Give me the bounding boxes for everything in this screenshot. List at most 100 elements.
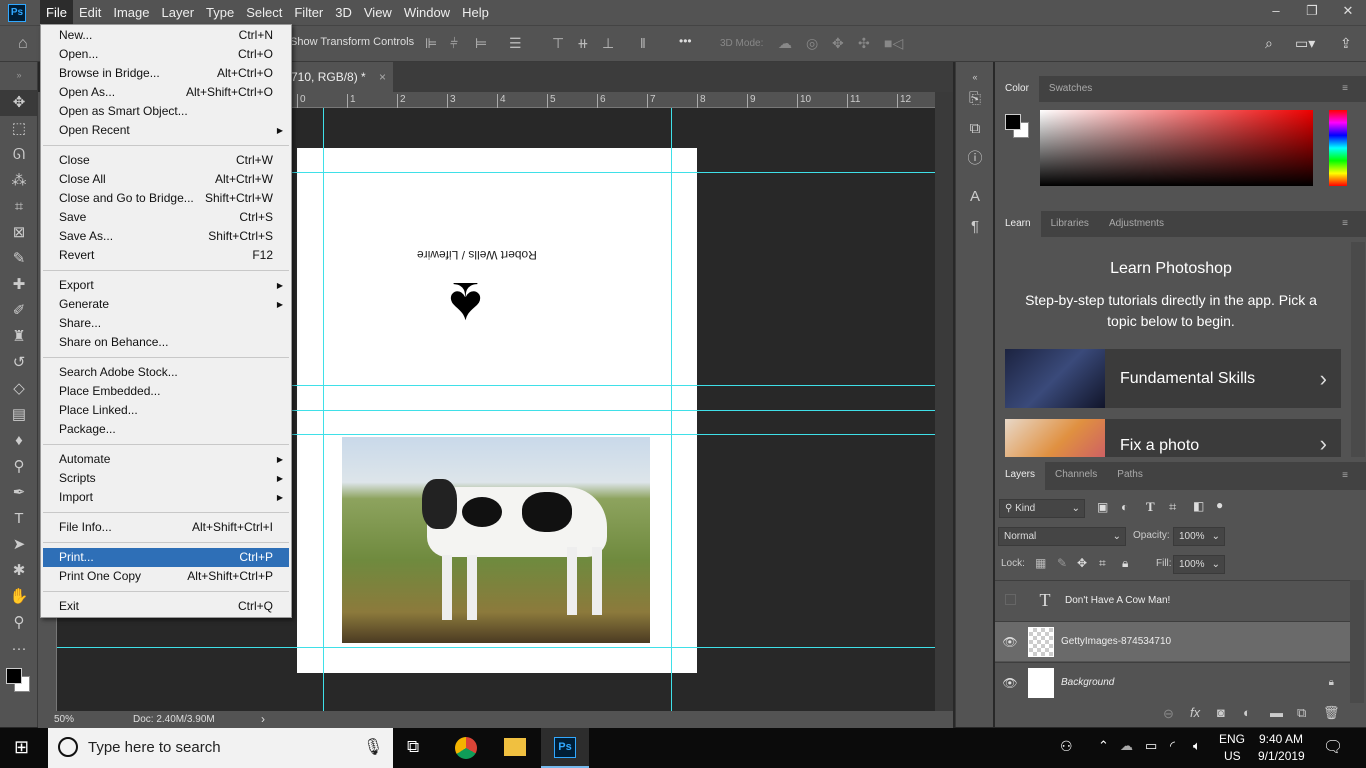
visibility-toggle[interactable]	[995, 593, 1025, 608]
menu-item-close[interactable]: Close Ctrl+W	[41, 151, 291, 170]
lock-artboard-icon[interactable]: ⌗	[1099, 556, 1106, 571]
menu-item-print[interactable]: Print... Ctrl+P	[43, 548, 289, 567]
layer-row[interactable]: 👁︎ Background 🔒︎	[995, 662, 1352, 702]
panel-menu-icon[interactable]: ≡	[1332, 76, 1358, 102]
lasso-tool-icon[interactable]: ᘏ	[0, 142, 38, 168]
tab-color[interactable]: Color	[995, 76, 1039, 102]
tab-libraries[interactable]: Libraries	[1041, 211, 1099, 237]
history-brush-icon[interactable]: ↺	[0, 350, 38, 376]
guide-horizontal[interactable]	[57, 647, 935, 648]
3d-rotate-icon[interactable]: ☁	[778, 35, 792, 52]
menu-item-share-on-behance[interactable]: Share on Behance...	[41, 333, 291, 352]
learn-card-fundamental-skills[interactable]: Fundamental Skills ›	[1005, 349, 1341, 408]
menu-image[interactable]: Image	[107, 0, 155, 25]
workspace-icon[interactable]: ▭▾	[1295, 35, 1315, 52]
menu-3d[interactable]: 3D	[329, 0, 358, 25]
layer-row-selected[interactable]: 👁︎ GettyImages-874534710	[995, 621, 1352, 661]
menu-item-scripts[interactable]: Scripts ▶	[41, 469, 291, 488]
collapse-icon[interactable]: »	[0, 62, 38, 90]
align-bottom-icon[interactable]: ⊥	[602, 35, 614, 52]
3d-slide-icon[interactable]: ✣	[858, 35, 870, 52]
3d-scale-icon[interactable]: ■◁	[884, 35, 903, 52]
layer-name[interactable]: Background	[1061, 677, 1329, 688]
filter-shape-icon[interactable]: ⌗	[1169, 499, 1176, 515]
adjustment-layer-icon[interactable]: ◐	[1243, 705, 1251, 720]
tab-adjustments[interactable]: Adjustments	[1099, 211, 1174, 237]
menu-item-close-all[interactable]: Close All Alt+Ctrl+W	[41, 170, 291, 189]
stamp-tool-icon[interactable]: ♜	[0, 324, 38, 350]
menu-item-exit[interactable]: Exit Ctrl+Q	[41, 597, 291, 616]
show-hidden-icons[interactable]: ⌃	[1098, 738, 1109, 754]
menu-type[interactable]: Type	[200, 0, 240, 25]
tab-layers[interactable]: Layers	[995, 462, 1046, 490]
frame-tool-icon[interactable]: ⊠	[0, 220, 38, 246]
menu-item-open[interactable]: Open... Ctrl+O	[41, 45, 291, 64]
people-icon[interactable]: ⚇	[1060, 738, 1073, 755]
3d-icon[interactable]: ⧉	[956, 114, 994, 144]
menu-filter[interactable]: Filter	[288, 0, 329, 25]
blend-mode-select[interactable]: Normal ⌄	[998, 527, 1126, 546]
foreground-color[interactable]	[1005, 114, 1021, 130]
taskbar-search[interactable]: Type here to search 🎙︎	[48, 728, 393, 768]
color-swatches[interactable]	[0, 662, 37, 702]
align-left-icon[interactable]: ⊫	[425, 35, 437, 52]
collapse-icon[interactable]: «	[956, 62, 994, 84]
dodge-tool-icon[interactable]: ⚲	[0, 454, 38, 480]
layer-filter-kind[interactable]: ⚲ Kind ⌄	[999, 499, 1085, 518]
search-icon[interactable]: ⌕	[1265, 35, 1273, 52]
lock-transparent-icon[interactable]: ▦	[1035, 556, 1046, 570]
chrome-icon[interactable]	[455, 737, 477, 759]
menu-item-automate[interactable]: Automate ▶	[41, 450, 291, 469]
learn-card-fix-a-photo[interactable]: Fix a photo ›	[1005, 419, 1341, 457]
cloud-error-icon[interactable]: ☁	[1120, 738, 1133, 754]
menu-item-generate[interactable]: Generate ▶	[41, 295, 291, 314]
menu-item-export[interactable]: Export ▶	[41, 276, 291, 295]
fx-icon[interactable]: fx	[1190, 705, 1200, 720]
menu-item-save-as[interactable]: Save As... Shift+Ctrl+S	[41, 227, 291, 246]
align-center-icon[interactable]: ⫩	[450, 35, 458, 52]
panel-menu-icon[interactable]: ≡	[1332, 462, 1358, 490]
tab-swatches[interactable]: Swatches	[1039, 76, 1102, 102]
group-icon[interactable]: ▬	[1270, 705, 1283, 720]
eye-icon[interactable]: 👁︎	[995, 676, 1025, 690]
filter-adjustment-icon[interactable]: ◐	[1121, 500, 1128, 514]
foreground-color[interactable]	[6, 668, 22, 684]
tab-learn[interactable]: Learn	[995, 211, 1041, 237]
layers-scrollbar[interactable]	[1350, 580, 1364, 703]
photoshop-taskbar-button[interactable]: Ps	[541, 728, 589, 768]
menu-item-browse-in-bridge[interactable]: Browse in Bridge... Alt+Ctrl+O	[41, 64, 291, 83]
new-layer-icon[interactable]: ⧉	[1297, 705, 1306, 721]
panel-menu-icon[interactable]: ≡	[1332, 211, 1358, 237]
close-tab-icon[interactable]: ×	[379, 70, 386, 84]
eye-icon[interactable]: 👁︎	[995, 635, 1025, 649]
restore-button[interactable]: ❐	[1294, 0, 1330, 22]
filter-toggle-icon[interactable]: ●	[1216, 498, 1223, 512]
share-icon[interactable]: ⇪	[1340, 35, 1352, 52]
menu-item-open-as-smart-object[interactable]: Open as Smart Object...	[41, 102, 291, 121]
menu-item-new[interactable]: New... Ctrl+N	[41, 26, 291, 45]
align-top-icon[interactable]: ⊤	[552, 35, 564, 52]
file-explorer-icon[interactable]	[504, 738, 526, 756]
brush-tool-icon[interactable]: ✐	[0, 298, 38, 324]
3d-pan-icon[interactable]: ✥	[832, 35, 844, 52]
menu-item-share[interactable]: Share...	[41, 314, 291, 333]
menu-item-revert[interactable]: Revert F12	[41, 246, 291, 265]
info-icon[interactable]: ⓘ	[956, 144, 994, 174]
move-tool-icon[interactable]: ✥	[0, 90, 38, 116]
menu-item-open-as[interactable]: Open As... Alt+Shift+Ctrl+O	[41, 83, 291, 102]
hue-slider[interactable]	[1329, 110, 1347, 186]
menu-edit[interactable]: Edit	[73, 0, 107, 25]
menu-item-import[interactable]: Import ▶	[41, 488, 291, 507]
menu-help[interactable]: Help	[456, 0, 495, 25]
shape-tool-icon[interactable]: ✱	[0, 558, 38, 584]
opacity-input[interactable]: 100% ⌄	[1173, 527, 1225, 546]
layer-name[interactable]: Don't Have A Cow Man!	[1065, 595, 1170, 606]
lock-all-icon[interactable]: 🔒︎	[1122, 556, 1128, 571]
clock-date[interactable]: 9/1/2019	[1258, 749, 1305, 763]
filter-type-icon[interactable]: T	[1146, 499, 1155, 515]
menu-item-place-embedded[interactable]: Place Embedded...	[41, 382, 291, 401]
menu-item-package[interactable]: Package...	[41, 420, 291, 439]
filter-pixel-icon[interactable]: ▣	[1097, 500, 1108, 514]
close-window-button[interactable]: ✕	[1330, 0, 1366, 22]
show-transform-controls[interactable]: Show Transform Controls	[290, 36, 414, 48]
